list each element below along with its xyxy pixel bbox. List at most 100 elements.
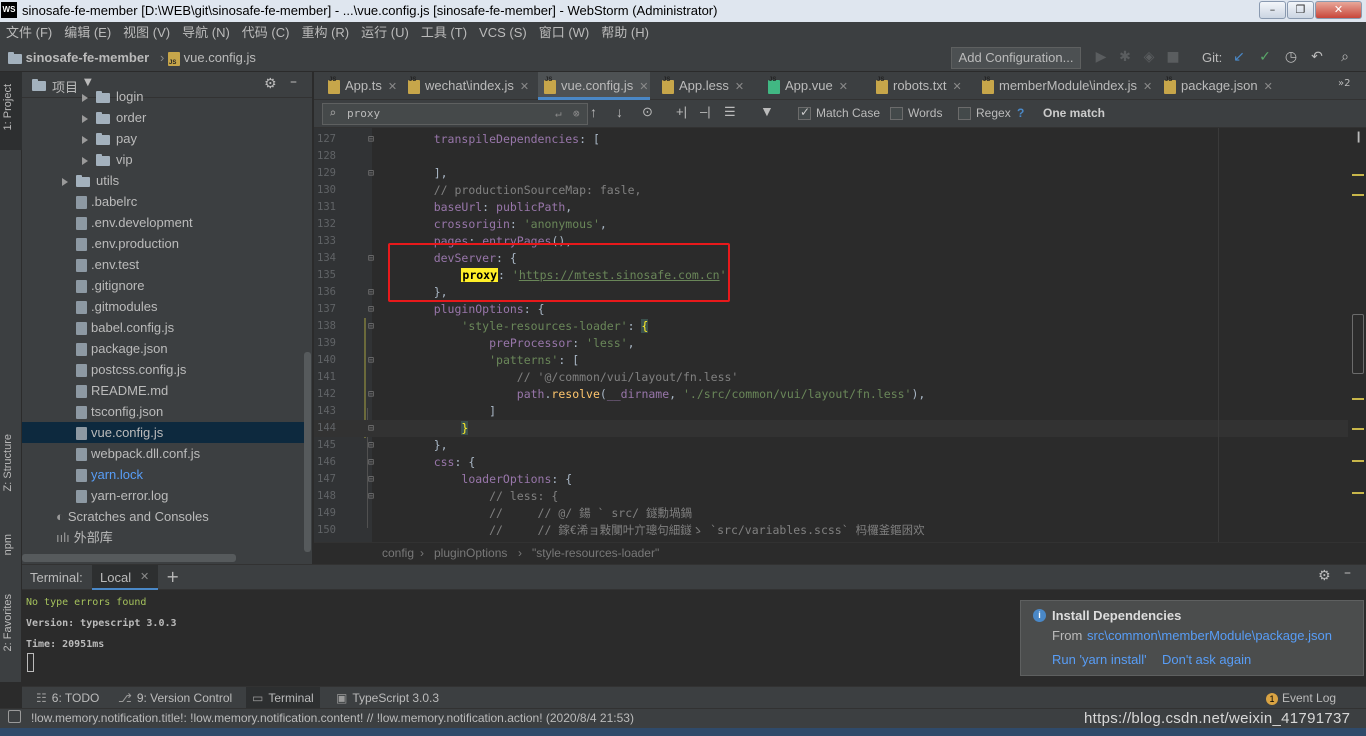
run-icon[interactable]: ▶ <box>1092 48 1110 66</box>
fold-marker-icon[interactable]: ⊟ <box>368 352 374 369</box>
git-commit-icon[interactable]: ✓ <box>1256 48 1274 66</box>
menu-item-0[interactable]: 文件 (F) <box>0 22 58 44</box>
tree-item[interactable]: .gitmodules <box>22 296 304 317</box>
tree-item[interactable]: utils <box>22 170 304 191</box>
find-all-icon[interactable]: ⊙ <box>642 104 653 120</box>
menu-item-7[interactable]: 工具 (T) <box>415 22 473 44</box>
menu-item-2[interactable]: 视图 (V) <box>117 22 176 44</box>
event-log-button[interactable]: 1 Event Log <box>1266 687 1336 709</box>
regex-help-icon[interactable]: ? <box>1017 106 1024 120</box>
search-input[interactable]: ⌕ proxy ↵ ⊗ <box>322 103 588 125</box>
debug-icon[interactable]: ✱ <box>1116 48 1134 66</box>
tree-item[interactable]: order <box>22 107 304 128</box>
inspection-status-icon[interactable]: ❙ <box>1354 130 1363 143</box>
tree-item[interactable]: tsconfig.json <box>22 401 304 422</box>
tree-item[interactable]: .gitignore <box>22 275 304 296</box>
fold-marker-icon[interactable]: ⊟ <box>368 301 374 318</box>
tree-item[interactable]: ıılı 外部库 <box>22 527 304 548</box>
editor-tab[interactable]: robots.txt ✕ <box>870 66 970 100</box>
tree-item[interactable]: package.json <box>22 338 304 359</box>
breadcrumb-project[interactable]: sinosafe-fe-member <box>8 50 149 65</box>
npm-tool-tab[interactable]: npm <box>2 534 14 555</box>
hide-panel-icon[interactable]: – <box>1344 565 1351 581</box>
previous-occurrence-icon[interactable]: ↑ <box>590 104 597 120</box>
regex-option[interactable]: Regex <box>958 106 1011 121</box>
close-icon[interactable]: ✕ <box>735 81 744 93</box>
new-terminal-icon[interactable]: + <box>166 567 179 586</box>
editor-tab[interactable]: App.vue ✕ <box>762 66 864 100</box>
fold-marker-icon[interactable]: ⊟ <box>368 131 374 148</box>
fold-marker-icon[interactable]: ⊟ <box>368 454 374 471</box>
menu-item-5[interactable]: 重构 (R) <box>295 22 355 44</box>
notification-package-link[interactable]: src\common\memberModule\package.json <box>1087 628 1332 643</box>
tree-item[interactable]: yarn.lock <box>22 464 304 485</box>
close-icon[interactable]: ✕ <box>839 81 848 93</box>
expand-arrow-icon[interactable] <box>82 114 88 123</box>
fold-marker-icon[interactable]: ⊟ <box>368 318 374 335</box>
close-icon[interactable]: ✕ <box>140 570 149 583</box>
tree-item[interactable]: README.md <box>22 380 304 401</box>
bottom-tool-tab[interactable]: ▭ Terminal <box>246 687 320 709</box>
menu-item-8[interactable]: VCS (S) <box>473 22 533 44</box>
gear-icon[interactable]: ⚙ <box>1318 568 1331 584</box>
fold-marker-icon[interactable]: ⊟ <box>368 250 374 267</box>
editor-tab[interactable]: package.json ✕ <box>1158 66 1278 100</box>
add-occurrence-icon[interactable]: +| <box>676 104 687 119</box>
status-toggle-icon[interactable] <box>8 710 21 723</box>
maximize-button[interactable]: ❐ <box>1287 1 1314 19</box>
vertical-scrollbar[interactable] <box>304 352 311 552</box>
words-option[interactable]: Words <box>890 106 942 121</box>
editor-tab[interactable]: App.ts ✕ <box>322 66 398 100</box>
add-configuration-button[interactable]: Add Configuration... <box>951 47 1081 69</box>
close-icon[interactable]: ✕ <box>388 81 397 93</box>
editor-tab[interactable]: vue.config.js ✕ <box>538 66 650 100</box>
tree-item[interactable]: yarn-error.log <box>22 485 304 506</box>
match-case-option[interactable]: Match Case <box>798 105 880 121</box>
tree-item[interactable]: .env.production <box>22 233 304 254</box>
run-yarn-install-link[interactable]: Run 'yarn install' <box>1052 652 1147 667</box>
tree-item[interactable]: pay <box>22 128 304 149</box>
editor-tab[interactable]: wechat\index.js ✕ <box>402 66 534 100</box>
expand-arrow-icon[interactable] <box>82 93 88 102</box>
bottom-tool-tab[interactable]: ▣ TypeScript 3.0.3 <box>330 687 445 709</box>
fold-marker-icon[interactable]: ⊟ <box>368 488 374 505</box>
tree-item[interactable]: .babelrc <box>22 191 304 212</box>
fold-marker-icon[interactable]: ⊟ <box>368 165 374 182</box>
menu-item-1[interactable]: 编辑 (E) <box>58 22 117 44</box>
breadcrumb-item[interactable]: pluginOptions <box>434 543 507 564</box>
git-history-icon[interactable]: ◷ <box>1282 48 1300 66</box>
select-all-occurrences-icon[interactable]: ☰ <box>724 104 736 120</box>
bottom-tool-tab[interactable]: ⎇ 9: Version Control <box>112 687 238 709</box>
fold-marker-icon[interactable]: ⊟ <box>368 471 374 488</box>
terminal-tab-local[interactable]: Local ✕ <box>92 565 158 590</box>
tree-item[interactable]: .env.test <box>22 254 304 275</box>
editor-tab[interactable]: memberModule\index.js ✕ <box>976 66 1152 100</box>
breadcrumb-item[interactable]: "style-resources-loader" <box>532 543 659 564</box>
expand-arrow-icon[interactable] <box>82 156 88 165</box>
structure-tool-tab[interactable]: Z: Structure <box>2 434 14 491</box>
tree-item[interactable]: vip <box>22 149 304 170</box>
bottom-tool-tab[interactable]: ☷ 6: TODO <box>30 687 105 709</box>
filter-icon[interactable]: ▼ <box>760 103 774 119</box>
regex-checkbox[interactable] <box>958 107 971 121</box>
words-checkbox[interactable] <box>890 107 903 121</box>
fold-marker-icon[interactable]: ⊟ <box>368 420 374 437</box>
tree-item[interactable]: postcss.config.js <box>22 359 304 380</box>
stop-icon[interactable]: ■ <box>1164 48 1182 66</box>
dont-ask-again-link[interactable]: Don't ask again <box>1162 652 1251 667</box>
clear-search-icon[interactable]: ⊗ <box>573 107 580 120</box>
tree-item[interactable]: babel.config.js <box>22 317 304 338</box>
search-everywhere-icon[interactable]: ⌕ <box>1336 48 1354 66</box>
expand-arrow-icon[interactable] <box>62 177 68 186</box>
tree-item[interactable]: .env.development <box>22 212 304 233</box>
tree-item[interactable]: webpack.dll.conf.js <box>22 443 304 464</box>
coverage-icon[interactable]: ◈ <box>1140 48 1158 66</box>
tabs-overflow[interactable]: »2 <box>1338 78 1350 89</box>
menu-item-3[interactable]: 导航 (N) <box>176 22 236 44</box>
git-rollback-icon[interactable]: ↶ <box>1308 48 1326 66</box>
close-icon[interactable]: ✕ <box>520 81 529 93</box>
menu-item-9[interactable]: 窗口 (W) <box>533 22 596 44</box>
close-window-button[interactable]: ✕ <box>1315 1 1362 19</box>
fold-marker-icon[interactable]: ⊟ <box>368 284 374 301</box>
match-case-checkbox[interactable] <box>798 105 811 121</box>
